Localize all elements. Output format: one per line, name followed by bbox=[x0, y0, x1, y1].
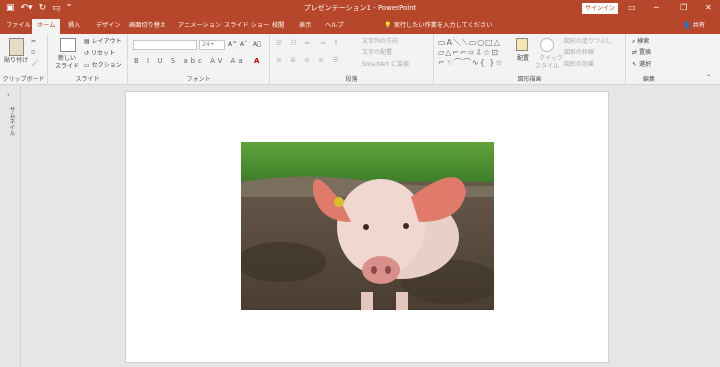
shape-effects-button[interactable]: 図形の効果 bbox=[564, 61, 594, 69]
layout-label: レイアウト bbox=[91, 38, 122, 45]
chevron-right-icon[interactable]: › bbox=[7, 91, 10, 99]
align-text-button[interactable]: 文字の配置 bbox=[362, 49, 392, 57]
tab-insert[interactable]: 挿入 bbox=[68, 19, 80, 34]
clipboard-group-label: クリップボード bbox=[2, 76, 45, 83]
collapse-ribbon-icon[interactable]: ⌃ bbox=[706, 74, 711, 82]
replace-button[interactable]: ⇄ 置換 bbox=[632, 49, 651, 57]
select-button[interactable]: ↖ 選択 bbox=[632, 61, 651, 69]
shapes-gallery-row3[interactable]: ⌐☜⌒⌒∿{ }☆ bbox=[438, 58, 503, 67]
font-color-icon[interactable]: A bbox=[254, 57, 259, 65]
shapes-gallery-row2[interactable]: ▱△⌐⌐⇨⇩☆⊡ bbox=[438, 48, 499, 57]
tab-transitions[interactable]: 画面切り替え bbox=[129, 19, 166, 34]
drawing-group: ▭A＼⟍▭○□△ ▱△⌐⌐⇨⇩☆⊡ ⌐☜⌒⌒∿{ }☆ 配置 クイック スタイル… bbox=[434, 34, 626, 85]
tab-file[interactable]: ファイル bbox=[6, 19, 31, 34]
arrange-button[interactable]: 配置 bbox=[517, 55, 529, 63]
restore-icon[interactable]: ❐ bbox=[680, 2, 687, 14]
font-group: 24+ A^ Aˇ A⃠ B I U S abc AV Aa A フォント bbox=[128, 34, 270, 85]
reset-button[interactable]: ↺ リセット bbox=[84, 50, 115, 58]
font-group-label: フォント bbox=[186, 76, 211, 83]
paragraph-group: ☰ ☷ ⇤ ⇥ ↕ ≡ ≣ ≡ ≡ ☰ 文字列の方向 文字の配置 SmartAr… bbox=[270, 34, 434, 85]
layout-icon: ▤ bbox=[84, 38, 92, 45]
tab-animations[interactable]: アニメーション bbox=[178, 19, 221, 34]
font-format-buttons[interactable]: B I U S abc AV Aa bbox=[134, 57, 246, 66]
quick-styles-label-1[interactable]: クイック bbox=[539, 55, 563, 63]
clear-format-icon[interactable]: A⃠ bbox=[253, 41, 261, 49]
reset-icon: ↺ bbox=[84, 50, 91, 57]
person-icon: 👤 bbox=[683, 22, 691, 29]
paragraph-group-label: 段落 bbox=[345, 76, 358, 83]
paste-icon[interactable] bbox=[9, 38, 24, 56]
tab-review[interactable]: 校閲 bbox=[272, 19, 284, 34]
share-label: 共有 bbox=[692, 22, 706, 29]
new-slide-label-1[interactable]: 新しい bbox=[58, 55, 76, 63]
pig-photo-image bbox=[241, 142, 494, 310]
quick-styles-icon[interactable] bbox=[540, 38, 554, 52]
ribbon-display-icon[interactable]: ▭ bbox=[628, 2, 636, 14]
slides-group-label: スライド bbox=[75, 76, 100, 83]
tell-me-search[interactable]: 💡 実行したい作業を入力してください bbox=[384, 19, 492, 33]
align-buttons[interactable]: ≡ ≣ ≡ ≡ ☰ bbox=[276, 56, 342, 65]
share-button[interactable]: 👤 共有 bbox=[683, 19, 705, 33]
replace-icon: ⇄ bbox=[632, 49, 639, 56]
ribbon-tabs: ファイル ホーム 挿入 デザイン 画面切り替え アニメーション スライド ショー… bbox=[0, 17, 720, 34]
slide-photo[interactable] bbox=[241, 142, 494, 310]
select-label: 選択 bbox=[638, 61, 651, 68]
shrink-font-icon[interactable]: Aˇ bbox=[240, 41, 247, 49]
editing-group: ⌕ 検索 ⇄ 置換 ↖ 選択 編集 bbox=[626, 34, 672, 85]
grow-font-icon[interactable]: A^ bbox=[228, 41, 237, 49]
slides-group: 新しい スライド ▤ レイアウト ↺ リセット ▭ セクション スライド bbox=[48, 34, 128, 85]
find-button[interactable]: ⌕ 検索 bbox=[632, 38, 649, 46]
clipboard-group: 貼り付け ✂ ⧉ 🖌 クリップボード bbox=[0, 34, 48, 85]
tab-help[interactable]: ヘルプ bbox=[325, 19, 344, 34]
reset-label: リセット bbox=[90, 50, 115, 57]
section-icon: ▭ bbox=[84, 62, 92, 69]
sign-in-button[interactable]: サインイン bbox=[582, 3, 618, 14]
thumbnail-rail: › サムネイル bbox=[0, 86, 21, 367]
shape-outline-button[interactable]: 図形の枠線 bbox=[564, 49, 594, 57]
quick-styles-label-2[interactable]: スタイル bbox=[535, 63, 559, 71]
tab-design[interactable]: デザイン bbox=[96, 19, 121, 34]
font-name-dropdown[interactable] bbox=[133, 40, 197, 50]
tab-home[interactable]: ホーム bbox=[32, 19, 61, 34]
font-size-dropdown[interactable]: 24+ bbox=[199, 40, 225, 50]
close-icon[interactable]: ✕ bbox=[705, 2, 712, 14]
shapes-gallery-row1[interactable]: ▭A＼⟍▭○□△ bbox=[438, 38, 501, 47]
shape-fill-button[interactable]: 図形の塗りつぶし bbox=[564, 38, 612, 46]
ribbon: 貼り付け ✂ ⧉ 🖌 クリップボード 新しい スライド ▤ レイアウト ↺ リセ… bbox=[0, 34, 720, 85]
tab-slideshow[interactable]: スライド ショー bbox=[224, 19, 269, 34]
format-painter-icon[interactable]: 🖌 bbox=[31, 60, 39, 68]
cursor-icon: ↖ bbox=[632, 61, 639, 68]
list-buttons[interactable]: ☰ ☷ ⇤ ⇥ ↕ bbox=[276, 39, 342, 48]
editing-group-label: 編集 bbox=[642, 76, 655, 83]
copy-icon[interactable]: ⧉ bbox=[31, 49, 35, 57]
find-label: 検索 bbox=[637, 38, 650, 45]
cut-icon[interactable]: ✂ bbox=[31, 38, 36, 46]
lightbulb-icon: 💡 bbox=[384, 22, 392, 29]
replace-label: 置換 bbox=[638, 49, 651, 56]
tell-me-text: 実行したい作業を入力してください bbox=[393, 22, 493, 29]
section-button[interactable]: ▭ セクション bbox=[84, 62, 122, 70]
drawing-group-label: 図形描画 bbox=[517, 76, 542, 83]
minimize-icon[interactable]: ─ bbox=[654, 2, 659, 14]
smartart-button[interactable]: SmartArt に変換 bbox=[362, 61, 409, 69]
arrange-icon[interactable] bbox=[516, 38, 528, 51]
layout-button[interactable]: ▤ レイアウト bbox=[84, 38, 122, 46]
new-slide-label-2[interactable]: スライド bbox=[55, 63, 79, 71]
tab-view[interactable]: 表示 bbox=[299, 19, 311, 34]
title-bar: ▣ ↶▾ ↻ ▭̣ ⁼ プレゼンテーション1 - PowerPoint サインイ… bbox=[0, 0, 720, 17]
thumbnails-label: サムネイル bbox=[8, 106, 15, 136]
text-direction-button[interactable]: 文字列の方向 bbox=[362, 38, 398, 46]
section-label: セクション bbox=[91, 62, 122, 69]
paste-button[interactable]: 貼り付け bbox=[4, 57, 28, 65]
new-slide-icon[interactable] bbox=[60, 38, 76, 52]
